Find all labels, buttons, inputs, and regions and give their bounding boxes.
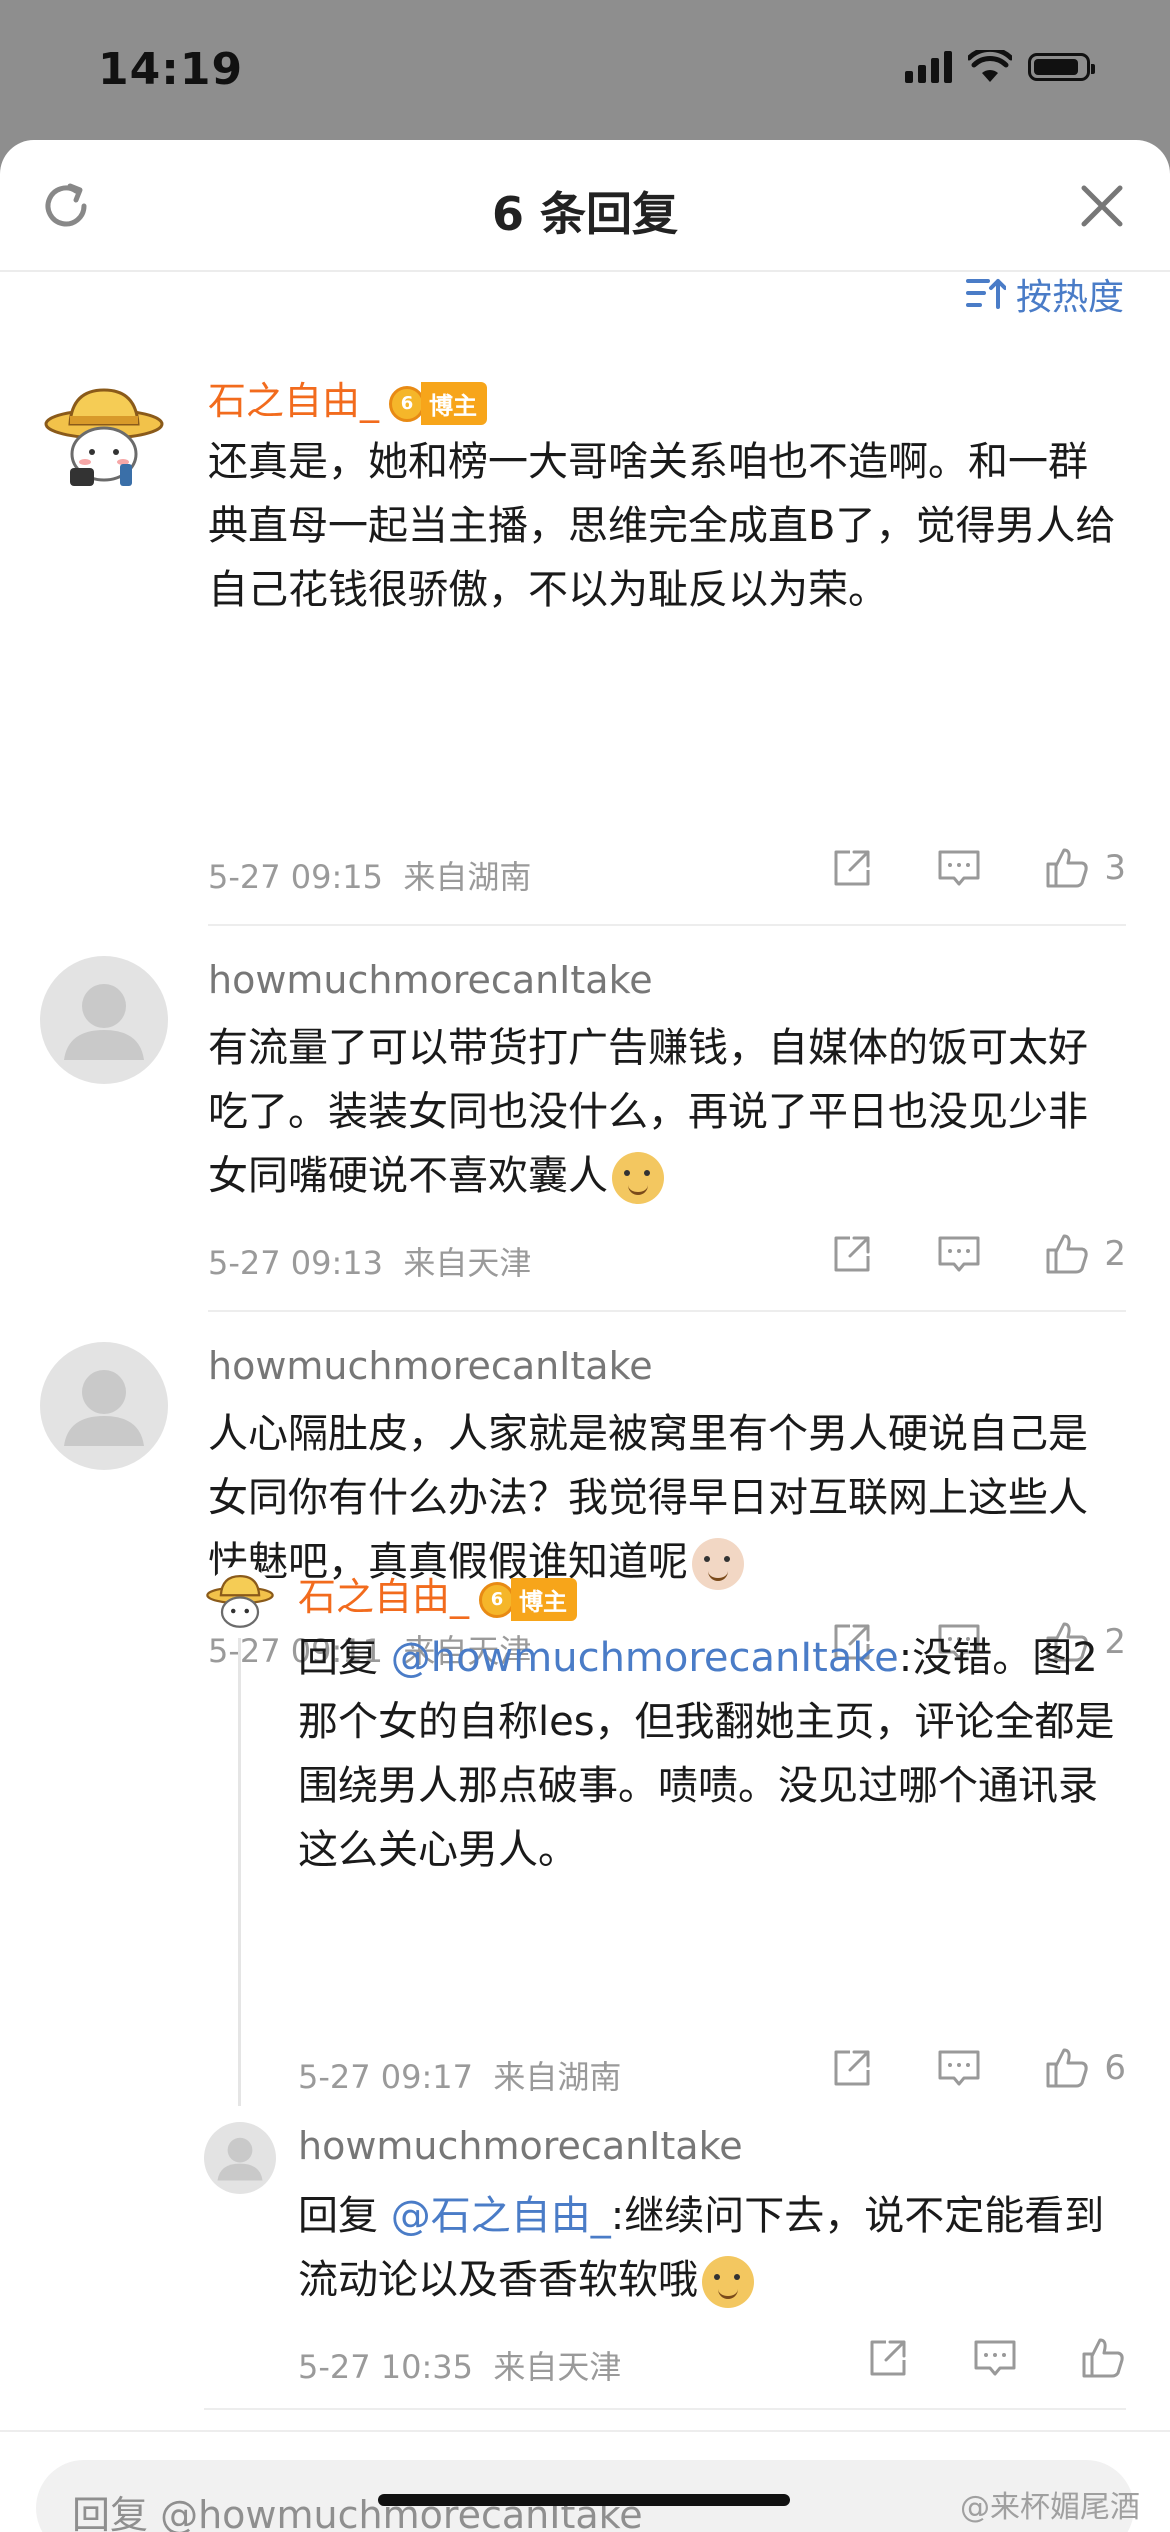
- like-button[interactable]: 3: [1044, 846, 1126, 890]
- home-indicator[interactable]: [378, 2494, 790, 2506]
- reply-icon[interactable]: [936, 2046, 982, 2090]
- like-button[interactable]: 2: [1044, 1232, 1126, 1276]
- status-icons: [905, 50, 1095, 84]
- like-button[interactable]: 6: [1044, 2046, 1126, 2090]
- status-bar: 14:19: [0, 0, 1170, 140]
- reply-text: 回复 @石之自由_:继续问下去，说不定能看到流动论以及香香软软哦: [298, 2184, 1126, 2312]
- comment-time: 5-27 09:13: [208, 1244, 384, 1282]
- straw-hat-avatar-icon: [40, 372, 168, 500]
- share-icon[interactable]: [866, 2336, 910, 2380]
- blogger-badge: 6 博主: [479, 1578, 578, 1621]
- sort-icon: [965, 279, 1006, 309]
- sheet-header: 6 条回复: [0, 140, 1170, 272]
- reply-actions: [866, 2336, 1126, 2380]
- comment-text: 有流量了可以带货打广告赚钱，自媒体的饭可太好吃了。装装女同也没什么，再说了平日也…: [208, 1016, 1126, 1208]
- reply-meta: 5-27 10:35 来自天津: [298, 2342, 621, 2388]
- reply-prefix: 回复: [298, 2193, 391, 2239]
- reply-author[interactable]: howmuchmorecanItake: [298, 2124, 743, 2168]
- like-count: 2: [1104, 1234, 1126, 1274]
- thumbs-up-icon: [1046, 848, 1089, 888]
- thumbs-up-icon: [1046, 1234, 1089, 1274]
- reply-time: 5-27 10:35: [298, 2348, 474, 2386]
- level-medal-icon: 6: [479, 1581, 516, 1618]
- comment-author[interactable]: howmuchmorecanItake: [208, 1344, 653, 1388]
- share-icon[interactable]: [830, 1232, 874, 1276]
- watermark: @来杯媚尾酒: [960, 2490, 1140, 2525]
- mention-link[interactable]: @石之自由_: [391, 2193, 611, 2239]
- comment-location: 来自天津: [403, 1244, 532, 1282]
- comment-actions: 2: [830, 1232, 1126, 1276]
- badge-label: 博主: [511, 1578, 578, 1621]
- comment-actions: 3: [830, 846, 1126, 890]
- share-icon[interactable]: [830, 2046, 874, 2090]
- author-name: 石之自由_: [298, 1575, 470, 1619]
- like-button[interactable]: [1080, 2336, 1126, 2380]
- battery-icon: [1028, 53, 1095, 81]
- comment-text-body: 人心隔肚皮，人家就是被窝里有个男人硬说自己是女同你有什么办法？我觉得早日对互联网…: [208, 1411, 1088, 1585]
- comment-meta: 5-27 09:15 来自湖南: [208, 852, 531, 898]
- sort-by-hot-button[interactable]: 按热度: [965, 268, 1124, 320]
- close-icon[interactable]: [1078, 182, 1126, 230]
- thumbs-up-icon: [1082, 2338, 1124, 2378]
- avatar[interactable]: [204, 1566, 276, 1638]
- doge-emoji-icon: [702, 2256, 754, 2308]
- author-name: 石之自由_: [208, 379, 380, 423]
- mention-link[interactable]: @howmuchmorecanItake: [391, 1635, 899, 1681]
- reply-divider: [204, 2408, 1126, 2410]
- reply-text: 回复 @howmuchmorecanItake:没错。图2那个女的自称les，但…: [298, 1626, 1126, 1882]
- replies-sheet: 6 条回复 按热度 石之自由_ 6 博主 还真是，她和榜一大哥啥关系咱也不造啊。…: [0, 140, 1170, 2532]
- default-user-avatar-icon: [217, 2137, 263, 2181]
- badge-label: 博主: [421, 382, 488, 425]
- like-count: 6: [1104, 2048, 1126, 2088]
- comment-author[interactable]: howmuchmorecanItake: [208, 958, 653, 1002]
- comment-text: 还真是，她和榜一大哥啥关系咱也不造啊。和一群典直母一起当主播，思维完全成直B了，…: [208, 439, 1116, 613]
- blogger-badge: 6 博主: [389, 382, 488, 425]
- reply-icon[interactable]: [936, 1232, 982, 1276]
- reply-input-placeholder: 回复 @howmuchmorecanItake: [72, 2493, 643, 2532]
- comment-divider: [208, 924, 1126, 926]
- thumbs-up-icon: [1046, 2048, 1089, 2088]
- thread-line: [238, 1608, 241, 2106]
- sheet-title: 6 条回复: [491, 187, 679, 241]
- level-medal-icon: 6: [389, 385, 426, 422]
- reply-author[interactable]: 石之自由_ 6 博主: [298, 1566, 578, 1621]
- avatar[interactable]: [40, 372, 168, 500]
- comment-location: 来自湖南: [403, 858, 532, 896]
- reply-actions: 6: [830, 2046, 1126, 2090]
- wifi-icon: [968, 50, 1012, 82]
- sort-label: 按热度: [1015, 277, 1124, 318]
- shrug-woman-emoji-icon: [692, 1538, 744, 1590]
- reply-location: 来自天津: [493, 2348, 622, 2386]
- doge-emoji-icon: [612, 1152, 664, 1204]
- reply-time: 5-27 09:17: [298, 2058, 474, 2096]
- straw-hat-avatar-icon: [204, 1566, 276, 1638]
- comment-divider: [208, 1310, 1126, 1312]
- input-divider: [0, 2430, 1170, 2432]
- reply-icon[interactable]: [936, 846, 982, 890]
- cellular-signal-icon: [905, 51, 952, 83]
- comment-time: 5-27 09:15: [208, 858, 384, 896]
- like-count: 3: [1104, 848, 1126, 888]
- reply-icon[interactable]: [972, 2336, 1018, 2380]
- default-user-avatar-icon: [64, 1370, 144, 1446]
- avatar[interactable]: [40, 956, 168, 1084]
- reply-meta: 5-27 09:17 来自湖南: [298, 2052, 621, 2098]
- default-user-avatar-icon: [64, 984, 144, 1060]
- avatar[interactable]: [204, 2122, 276, 2194]
- reply-prefix: 回复: [298, 1635, 391, 1681]
- comment-author[interactable]: 石之自由_ 6 博主: [208, 370, 488, 425]
- reply-location: 来自湖南: [493, 2058, 622, 2096]
- status-time: 14:19: [98, 44, 244, 95]
- share-icon[interactable]: [830, 846, 874, 890]
- comment-meta: 5-27 09:13 来自天津: [208, 1238, 531, 1284]
- avatar[interactable]: [40, 1342, 168, 1470]
